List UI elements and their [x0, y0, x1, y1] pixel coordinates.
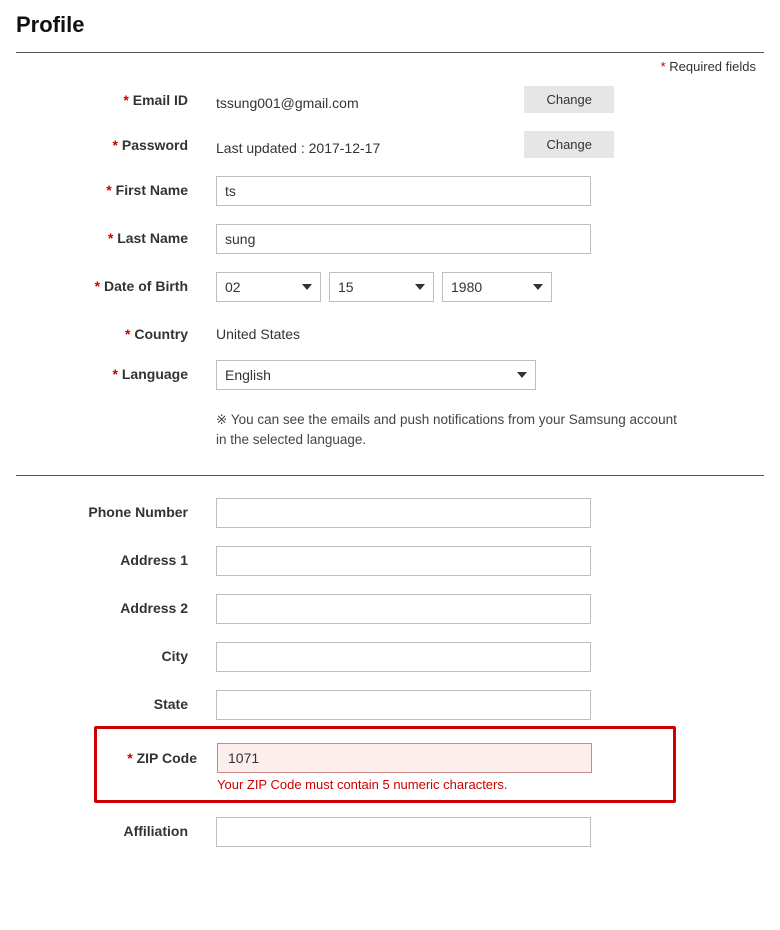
label-zip: * ZIP Code: [107, 750, 217, 766]
label-address1: Address 1: [16, 546, 216, 568]
dob-year-select[interactable]: 1980: [442, 272, 552, 302]
label-affiliation: Affiliation: [16, 817, 216, 839]
address2-input[interactable]: [216, 594, 591, 624]
zip-error-msg: Your ZIP Code must contain 5 numeric cha…: [217, 777, 663, 792]
dob-month-select[interactable]: 02: [216, 272, 321, 302]
label-dob: * Date of Birth: [16, 272, 216, 294]
zip-error-box: * ZIP Code Your ZIP Code must contain 5 …: [94, 726, 676, 803]
value-password-info: Last updated : 2017-12-17: [216, 134, 380, 156]
city-input[interactable]: [216, 642, 591, 672]
page-title: Profile: [16, 12, 764, 38]
label-address2: Address 2: [16, 594, 216, 616]
label-phone: Phone Number: [16, 498, 216, 520]
phone-input[interactable]: [216, 498, 591, 528]
divider-top: [16, 52, 764, 53]
zip-input[interactable]: [217, 743, 592, 773]
value-email: tssung001@gmail.com: [216, 89, 359, 111]
address1-input[interactable]: [216, 546, 591, 576]
value-country: United States: [216, 320, 300, 342]
last-name-input[interactable]: [216, 224, 591, 254]
label-country: * Country: [16, 320, 216, 342]
label-email: * Email ID: [16, 86, 216, 108]
label-password: * Password: [16, 131, 216, 153]
label-first-name: * First Name: [16, 176, 216, 198]
label-last-name: * Last Name: [16, 224, 216, 246]
required-fields-note: * Required fields: [16, 59, 764, 74]
label-city: City: [16, 642, 216, 664]
change-password-button[interactable]: Change: [524, 131, 614, 158]
change-email-button[interactable]: Change: [524, 86, 614, 113]
affiliation-input[interactable]: [216, 817, 591, 847]
dob-day-select[interactable]: 15: [329, 272, 434, 302]
language-select[interactable]: English: [216, 360, 536, 390]
label-language: * Language: [16, 360, 216, 382]
divider-mid: [16, 475, 764, 476]
language-helper-text: ※ You can see the emails and push notifi…: [216, 410, 686, 451]
label-state: State: [16, 690, 216, 712]
first-name-input[interactable]: [216, 176, 591, 206]
state-input[interactable]: [216, 690, 591, 720]
